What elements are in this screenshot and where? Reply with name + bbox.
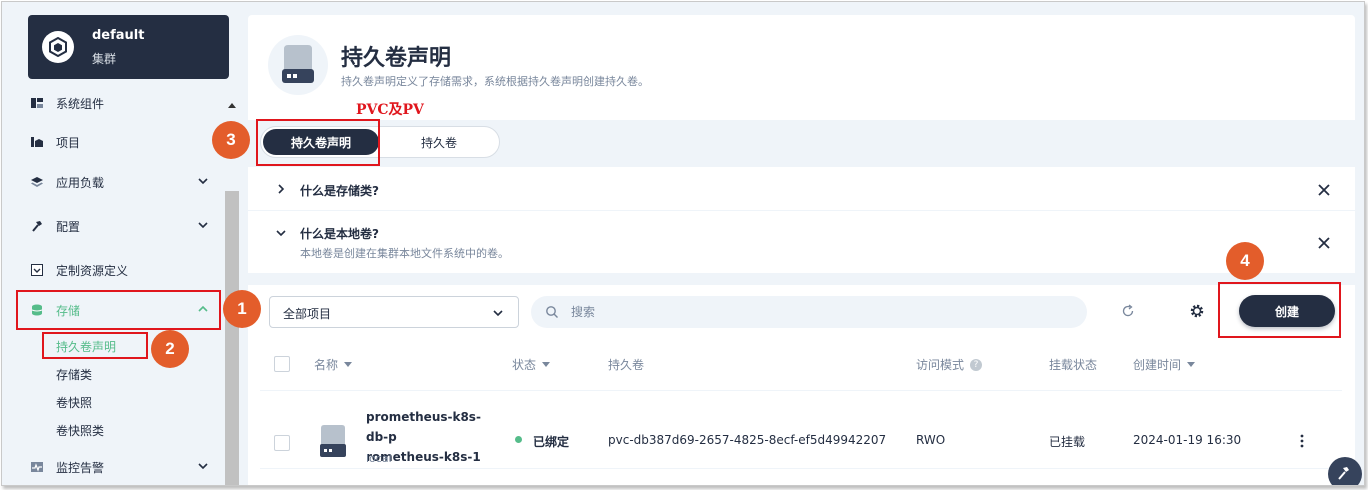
column-header-volume: 持久卷 [608, 356, 644, 373]
created-time: 2024-01-19 16:30 [1133, 433, 1242, 447]
faq-localvolume[interactable]: 什么是本地卷? 本地卷是创建在集群本地文件系统中的卷。 [248, 210, 1355, 273]
column-header-created[interactable]: 创建时间 [1133, 356, 1196, 373]
annotation-box-pvc-tab [256, 119, 380, 166]
storage-class: local [366, 452, 392, 465]
status-dot-icon [515, 436, 522, 443]
sidebar-item-label: 项目 [56, 135, 81, 150]
more-actions-icon[interactable] [1294, 433, 1310, 449]
column-header-label: 名称 [314, 358, 339, 372]
cluster-card[interactable]: default 集群 [28, 15, 229, 79]
project-select-value: 全部项目 [283, 307, 332, 321]
sidebar-item-label: 配置 [56, 219, 81, 234]
help-icon[interactable]: ? [970, 358, 983, 371]
column-header-mount-status: 挂载状态 [1049, 356, 1097, 373]
components-icon [31, 98, 43, 108]
sidebar-subitem-snapshot[interactable]: 卷快照 [56, 394, 92, 411]
sidebar-subitem-storageclass[interactable]: 存储类 [56, 366, 92, 383]
close-icon[interactable] [1316, 235, 1332, 251]
disk-icon [282, 45, 314, 83]
chevron-down-icon [198, 463, 208, 470]
gear-icon[interactable] [1189, 303, 1205, 319]
sidebar-item-crd[interactable]: 定制资源定义 [11, 252, 223, 288]
cluster-icon [42, 31, 74, 63]
column-header-label: 持久卷 [608, 358, 645, 372]
search-icon [546, 306, 558, 318]
annotation-box-storage [16, 290, 221, 330]
volume-name[interactable]: pvc-db387d69-2657-4825-8ecf-ef5d49942207 [608, 433, 886, 447]
tab-pv[interactable]: 持久卷 [383, 129, 495, 155]
sidebar-item-project[interactable]: 项目 [11, 124, 223, 160]
column-header-label: 状态 [512, 358, 537, 372]
header-divider [260, 390, 1342, 391]
main-content: 持久卷声明 持久卷声明定义了存储需求，系统根据持久卷声明创建持久卷。 PVC及P… [248, 15, 1355, 485]
annotation-label: PVC及PV [356, 102, 424, 118]
sidebar-subitem-snapshotclass[interactable]: 卷快照类 [56, 422, 104, 439]
crd-icon [31, 264, 43, 276]
column-header-label: 创建时间 [1133, 358, 1182, 372]
faq-title: 什么是存储类? [300, 184, 379, 198]
project-select[interactable]: 全部项目 [269, 296, 519, 328]
sidebar-item-config[interactable]: 配置 [11, 208, 223, 244]
page-description: 持久卷声明定义了存储需求，系统根据持久卷声明创建持久卷。 [341, 75, 649, 88]
layers-icon [31, 177, 43, 187]
disk-icon [320, 425, 346, 457]
cluster-type: 集群 [92, 52, 117, 66]
faq-title: 什么是本地卷? [300, 227, 379, 241]
list-toolbar: 全部项目 创建 [248, 285, 1355, 338]
faq-subtitle: 本地卷是创建在集群本地文件系统中的卷。 [300, 247, 509, 260]
sidebar-item-label: 系统组件 [56, 96, 105, 111]
row-checkbox[interactable] [274, 435, 290, 451]
toolbox-button[interactable] [1328, 457, 1362, 485]
chevron-down-icon [276, 230, 286, 237]
status-text: 已绑定 [533, 435, 570, 449]
monitor-icon [31, 462, 43, 472]
annotation-badge-4: 4 [1226, 242, 1264, 280]
row-divider [260, 468, 1342, 469]
sort-caret-icon [1187, 362, 1196, 367]
search-bar[interactable] [531, 296, 1087, 328]
sidebar-item-label: 监控告警 [56, 460, 105, 475]
search-input[interactable] [571, 301, 1071, 323]
sort-caret-icon [542, 362, 551, 367]
column-header-label: 访问模式 [916, 358, 965, 372]
sidebar-item-workloads[interactable]: 应用负载 [11, 164, 223, 200]
pvc-table: 名称 状态 持久卷 访问模式? 挂载状态 创建时间 prometheus-k8s… [248, 338, 1355, 485]
annotation-badge-1: 1 [223, 290, 261, 328]
page-icon [268, 35, 328, 95]
hammer-icon [1338, 467, 1349, 480]
tab-bar: 持久卷声明 持久卷 [248, 120, 1355, 166]
pvc-name-line: prometheus-k8s-db-p [366, 410, 481, 444]
sidebar-item-label: 定制资源定义 [56, 263, 129, 278]
scroll-up-arrow-icon[interactable] [228, 103, 236, 108]
access-mode: RWO [916, 433, 946, 447]
column-header-name[interactable]: 名称 [314, 356, 353, 373]
select-all-checkbox[interactable] [274, 356, 290, 372]
chevron-down-icon [493, 310, 503, 317]
chevron-down-icon [198, 178, 208, 185]
page-title: 持久卷声明 [341, 46, 452, 71]
annotation-badge-3: 3 [212, 121, 250, 159]
sidebar-item-monitoring[interactable]: 监控告警 [11, 449, 223, 485]
hammer-icon [32, 221, 42, 232]
column-header-access-mode: 访问模式? [916, 356, 983, 373]
chevron-down-icon [198, 222, 208, 229]
column-header-status[interactable]: 状态 [512, 356, 551, 373]
refresh-icon[interactable] [1120, 303, 1136, 319]
close-icon[interactable] [1316, 182, 1332, 198]
annotation-badge-2: 2 [151, 330, 189, 368]
page-header: 持久卷声明 持久卷声明定义了存储需求，系统根据持久卷声明创建持久卷。 PVC及P… [248, 15, 1355, 273]
project-icon [31, 137, 43, 147]
sidebar-item-components[interactable]: 系统组件 [11, 94, 223, 121]
faq-storageclass[interactable]: 什么是存储类? [248, 166, 1355, 210]
app-window: default 集群 系统组件 项目 应用负载 配置 定制资源定义 存储 持久卷… [1, 1, 1365, 486]
sidebar-item-label: 应用负载 [56, 175, 105, 190]
cluster-name: default [92, 28, 145, 43]
column-header-label: 挂载状态 [1049, 358, 1098, 372]
scrollbar-thumb[interactable] [225, 191, 239, 485]
chevron-right-icon [278, 184, 285, 194]
mount-status: 已挂载 [1049, 435, 1086, 449]
annotation-box-pvc-menu [42, 332, 148, 359]
sort-caret-icon [344, 362, 353, 367]
annotation-box-create [1218, 282, 1341, 338]
